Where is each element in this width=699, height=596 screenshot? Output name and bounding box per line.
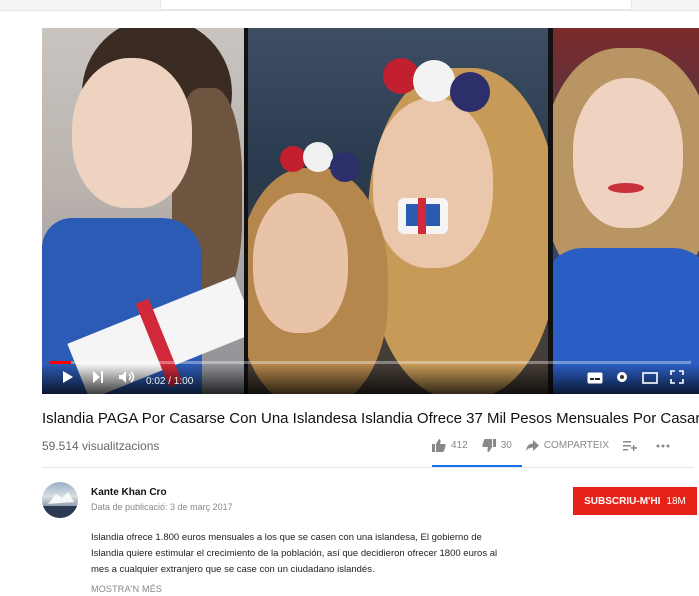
video-frame-left xyxy=(42,28,244,394)
thumb-down-icon xyxy=(482,439,496,452)
volume-icon[interactable] xyxy=(118,370,136,388)
face-paint-stripe xyxy=(418,198,426,234)
dislike-button[interactable]: 30 xyxy=(482,439,512,452)
video-frame-right xyxy=(553,28,699,394)
show-more-button[interactable]: MOSTRA'N MÉS xyxy=(91,584,162,594)
like-button[interactable]: 412 xyxy=(432,439,468,452)
video-description: Islandia ofrece 1.800 euros mensuales a … xyxy=(91,530,571,578)
face-shape xyxy=(573,78,683,228)
miniplayer-icon[interactable] xyxy=(642,372,658,388)
subscriber-count: 18M xyxy=(666,495,686,507)
more-actions-button[interactable] xyxy=(656,444,675,448)
section-divider xyxy=(42,467,694,468)
flower-blue xyxy=(450,72,490,112)
flower-red xyxy=(280,146,306,172)
flower-blue xyxy=(330,152,360,182)
thumb-up-icon xyxy=(432,439,446,452)
subtitles-icon[interactable] xyxy=(587,372,603,388)
top-bar xyxy=(0,0,699,11)
progress-bar[interactable] xyxy=(50,361,691,364)
add-to-playlist-button[interactable] xyxy=(623,440,642,451)
play-icon[interactable] xyxy=(62,370,74,388)
video-title: Islandia PAGA Por Casarse Con Una Island… xyxy=(42,410,699,427)
subscribe-button[interactable]: SUBSCRIU-M'HI 18M xyxy=(573,487,697,515)
share-label: COMPARTEIX xyxy=(543,440,610,451)
description-line: mes a cualquier extranjero que se case c… xyxy=(91,564,375,575)
video-player[interactable]: 0:02 / 1:00 xyxy=(42,28,699,394)
subscribe-label: SUBSCRIU-M'HI xyxy=(584,495,661,507)
lips-shape xyxy=(608,183,644,193)
video-frame-center xyxy=(248,28,548,394)
time-display: 0:02 / 1:00 xyxy=(146,376,194,387)
more-dots-icon xyxy=(656,444,670,447)
description-line: Islandia ofrece 1.800 euros mensuales a … xyxy=(91,532,482,543)
video-actions: 412 30 COMPARTEIX xyxy=(432,439,689,452)
face-shape xyxy=(72,58,192,208)
share-button[interactable]: COMPARTEIX xyxy=(525,440,610,451)
channel-avatar[interactable] xyxy=(42,482,78,518)
face-shape xyxy=(253,193,348,333)
view-count: 59.514 visualitzacions xyxy=(42,439,160,453)
description-line: Islandia quiere estimular el crecimiento… xyxy=(91,548,498,559)
publish-date: Data de publicació: 3 de març 2017 xyxy=(91,502,233,512)
next-icon[interactable] xyxy=(92,370,104,388)
like-count: 412 xyxy=(451,440,468,451)
face-shape xyxy=(373,98,493,268)
search-box-edge[interactable] xyxy=(160,0,632,10)
playlist-add-icon xyxy=(623,441,638,451)
share-arrow-icon xyxy=(525,440,539,451)
settings-icon[interactable] xyxy=(615,370,629,388)
flower-white xyxy=(413,60,455,102)
channel-name[interactable]: Kante Khan Cro xyxy=(91,487,167,498)
flower-white xyxy=(303,142,333,172)
fullscreen-icon[interactable] xyxy=(670,370,684,388)
progress-fill xyxy=(50,361,72,364)
dislike-count: 30 xyxy=(500,440,512,451)
